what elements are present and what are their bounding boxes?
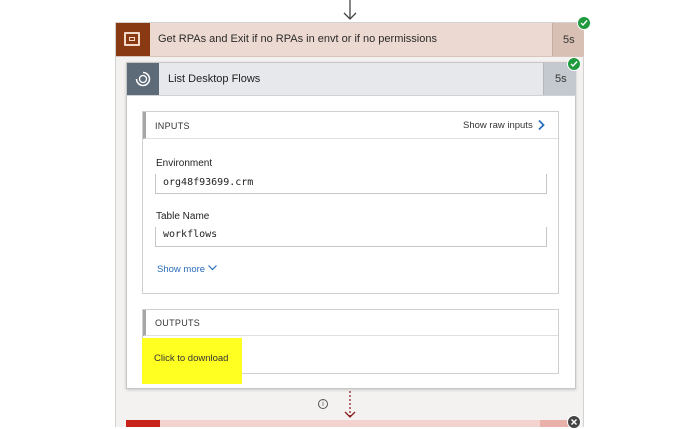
scope-title: Get RPAs and Exit if no RPAs in envt or …	[158, 33, 437, 45]
connector-arrow-icon	[343, 0, 357, 20]
inputs-heading: INPUTS	[155, 121, 190, 131]
click-to-download-link[interactable]: Click to download	[154, 353, 228, 364]
dataverse-icon	[135, 71, 151, 87]
table-name-value: workflows	[163, 229, 218, 240]
action-title: List Desktop Flows	[168, 73, 261, 85]
show-raw-inputs-link[interactable]: Show raw inputs	[463, 120, 533, 131]
action-success-check-icon	[567, 57, 581, 71]
scope-glyph-icon	[124, 32, 140, 46]
next-action-icon	[126, 420, 160, 427]
table-name-label: Table Name	[156, 211, 210, 222]
chevron-right-icon[interactable]	[536, 119, 546, 131]
action-icon	[127, 63, 159, 95]
environment-value: org48f93699.crm	[163, 177, 254, 188]
info-icon[interactable]: i	[318, 399, 328, 409]
scope-success-check-icon	[577, 16, 591, 30]
scope-duration: 5s	[563, 34, 575, 46]
action-duration: 5s	[555, 73, 567, 85]
show-more-link[interactable]: Show more	[157, 264, 205, 275]
connector-arrow-down-icon	[344, 391, 356, 418]
outputs-header	[143, 310, 558, 336]
outputs-heading: OUTPUTS	[155, 318, 201, 328]
chevron-down-icon[interactable]	[207, 264, 218, 272]
next-action-header[interactable]	[126, 420, 576, 427]
environment-label: Environment	[156, 158, 213, 169]
